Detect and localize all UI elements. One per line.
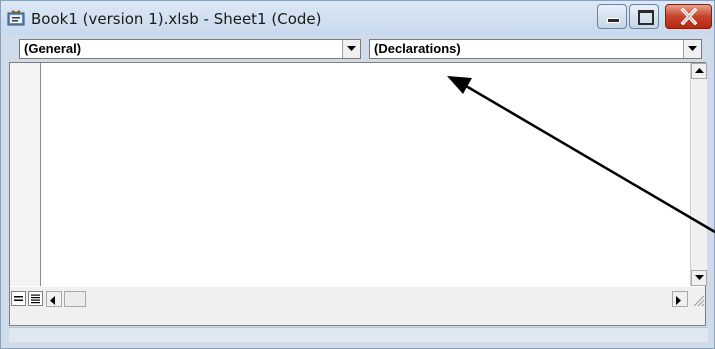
code-editor <box>9 62 707 326</box>
vba-code-module-icon <box>7 10 25 26</box>
vba-code-window: Book1 (version 1).xlsb - Sheet1 (Code) (… <box>0 0 715 349</box>
title-bar[interactable]: Book1 (version 1).xlsb - Sheet1 (Code) <box>1 1 714 35</box>
window-bottom-border <box>9 327 708 342</box>
horizontal-scrollbar[interactable] <box>46 291 689 307</box>
procedure-view-icon <box>14 296 23 301</box>
procedure-view-button[interactable] <box>11 291 26 306</box>
close-button[interactable] <box>665 4 712 29</box>
procedure-dropdown-value: (Declarations) <box>374 41 461 56</box>
scroll-up-button[interactable] <box>691 63 707 79</box>
arrow-up-icon <box>695 68 704 73</box>
procedure-dropdown[interactable]: (Declarations) <box>369 39 702 59</box>
arrow-right-icon <box>676 296 681 305</box>
object-dropdown-button[interactable] <box>342 40 360 58</box>
scroll-down-button[interactable] <box>691 270 707 286</box>
object-dropdown[interactable]: (General) <box>19 39 361 59</box>
arrow-left-icon <box>50 296 55 305</box>
margin-indicator-bar[interactable] <box>10 63 41 286</box>
maximize-button[interactable] <box>629 4 659 29</box>
scroll-left-button[interactable] <box>46 291 62 307</box>
vertical-scrollbar[interactable] <box>690 63 707 286</box>
full-module-view-icon <box>31 294 40 304</box>
close-icon <box>680 8 698 25</box>
scroll-thumb[interactable] <box>64 291 86 307</box>
object-dropdown-value: (General) <box>24 41 82 56</box>
code-pane[interactable] <box>41 63 689 286</box>
window-title: Book1 (version 1).xlsb - Sheet1 (Code) <box>31 10 322 28</box>
arrow-down-icon <box>695 275 704 280</box>
procedure-dropdown-button[interactable] <box>683 40 701 58</box>
resize-grip-icon[interactable] <box>691 293 705 307</box>
minimize-button[interactable] <box>597 4 627 29</box>
chevron-down-icon <box>347 46 356 51</box>
editor-bottom-bar <box>10 287 705 325</box>
full-module-view-button[interactable] <box>28 291 43 306</box>
chevron-down-icon <box>688 46 697 51</box>
scroll-right-button[interactable] <box>672 291 688 307</box>
